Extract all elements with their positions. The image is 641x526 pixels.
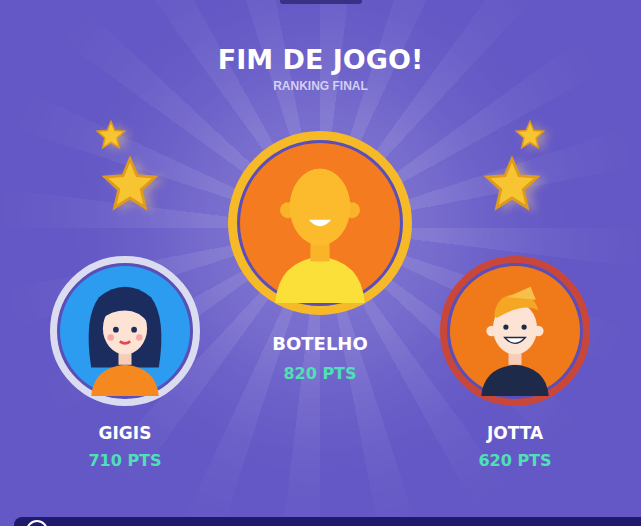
circle-icon[interactable] xyxy=(26,520,48,526)
bottom-bar xyxy=(14,517,641,526)
player-name: JOTTA xyxy=(487,422,543,444)
star-icon xyxy=(96,120,126,150)
avatar-ring xyxy=(440,256,590,406)
woman-avatar-icon xyxy=(60,266,190,396)
avatar-ring xyxy=(228,131,412,315)
title: FIM DE JOGO! xyxy=(218,42,423,78)
top-handle xyxy=(280,0,362,4)
player-name: GIGIS xyxy=(99,422,152,444)
star-icon xyxy=(515,120,545,150)
avatar-ring xyxy=(50,256,200,406)
star-icon xyxy=(102,156,158,212)
player-card: GIGIS 710 PTS xyxy=(35,256,215,472)
player-card: BOTELHO 820 PTS xyxy=(220,131,420,385)
player-score: 620 PTS xyxy=(478,450,551,472)
podium: GIGIS 710 PTS BOTELHO 820 PTS JOTTA 620 PTS xyxy=(0,94,641,517)
player-name: BOTELHO xyxy=(272,333,367,355)
game-over-screen: FIM DE JOGO!RANKING FINAL GIGIS 710 PTS BOT… xyxy=(0,0,641,526)
player-card: JOTTA 620 PTS xyxy=(425,256,605,472)
player-score: 710 PTS xyxy=(88,450,161,472)
player-score: 820 PTS xyxy=(283,363,356,385)
star-icon xyxy=(484,156,540,212)
bald-man-avatar-icon xyxy=(240,143,400,303)
subtitle: RANKING FINAL xyxy=(273,78,368,94)
redhead-boy-avatar-icon xyxy=(450,266,580,396)
header: FIM DE JOGO!RANKING FINAL xyxy=(0,0,641,94)
